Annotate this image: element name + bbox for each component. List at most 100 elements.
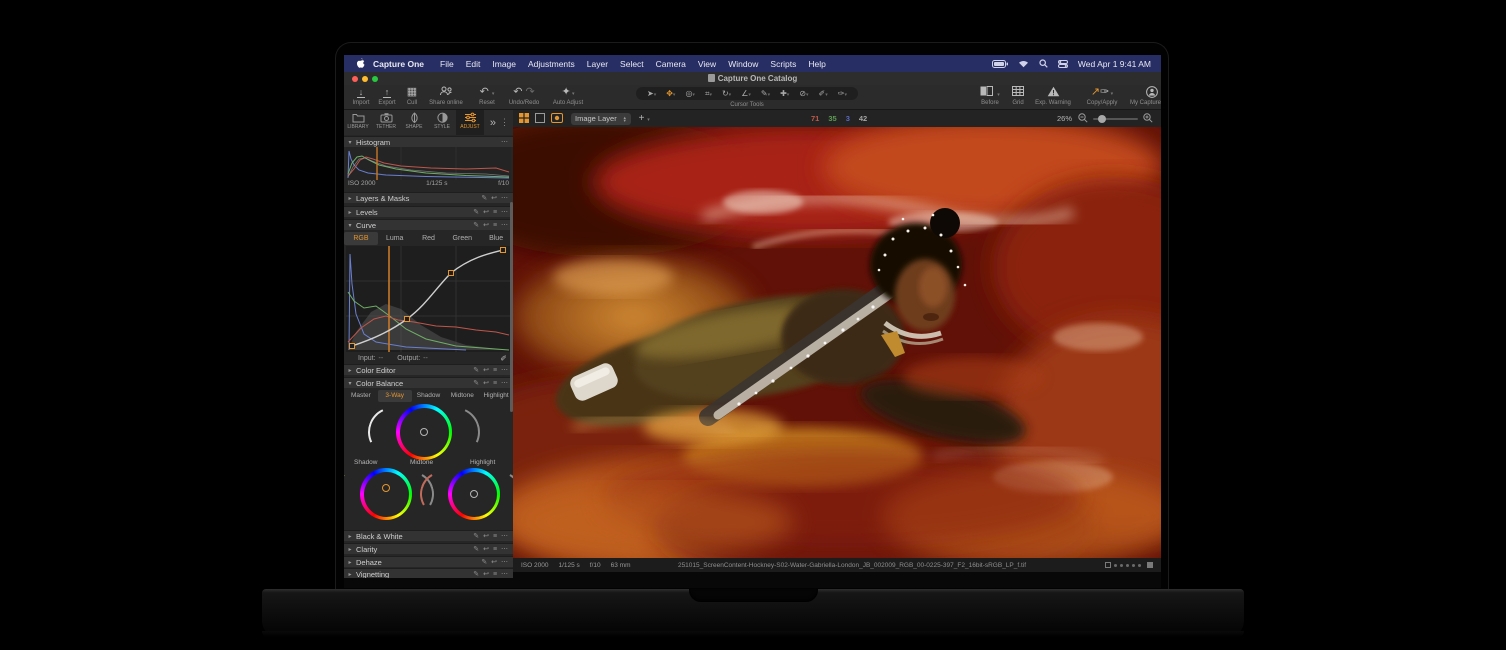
reset-icon[interactable]: ↩: [483, 367, 490, 374]
panel-color-editor-header[interactable]: ▸ Color Editor ✎ ↩ ≡ ⋯: [344, 364, 513, 375]
pan-tool[interactable]: ✥▾: [666, 89, 675, 98]
undo-redo-button[interactable]: ↶ ↷ Undo/Redo: [506, 86, 542, 106]
presets-icon[interactable]: ≡: [493, 222, 498, 229]
edit-icon[interactable]: ✎: [473, 546, 480, 553]
reset-icon[interactable]: ↩: [483, 222, 490, 229]
auto-adjust-button[interactable]: ✦ ▾ Auto Adjust: [548, 86, 588, 106]
menu-item-scripts[interactable]: Scripts: [770, 59, 796, 69]
menu-item-camera[interactable]: Camera: [656, 59, 686, 69]
presets-icon[interactable]: ≡: [493, 571, 498, 578]
straighten-tool[interactable]: ∠▾: [741, 89, 751, 98]
control-center-icon[interactable]: [1058, 60, 1068, 68]
cb-tab-master[interactable]: Master: [344, 390, 378, 402]
presets-icon[interactable]: ≡: [493, 546, 498, 553]
more-options-icon[interactable]: ⋯: [501, 139, 509, 146]
panel-curve-header[interactable]: ▾ Curve ✎ ↩ ≡ ⋯: [344, 219, 513, 230]
more-options-icon[interactable]: ⋯: [501, 571, 509, 578]
proof-view-icon[interactable]: [551, 113, 563, 125]
more-options-icon[interactable]: ⋯: [501, 559, 509, 566]
exposure-warning-button[interactable]: Exp. Warning: [1030, 86, 1076, 106]
zoom-slider-handle[interactable]: [1098, 115, 1106, 123]
erase-mask-tool[interactable]: ⊘▾: [799, 89, 808, 98]
reset-icon[interactable]: ↩: [483, 380, 490, 387]
midtone-wheel-marker[interactable]: [420, 428, 428, 436]
tag-checkbox-icon[interactable]: [1105, 562, 1111, 568]
crop-tool[interactable]: ⌗▾: [705, 89, 712, 99]
curve-tab-blue[interactable]: Blue: [479, 232, 513, 245]
reset-icon[interactable]: ↩: [483, 571, 490, 578]
rating-dot[interactable]: [1126, 564, 1129, 567]
copy-apply-button[interactable]: ↗✑ ▾ Copy/Apply: [1080, 86, 1124, 106]
menu-app-name[interactable]: Capture One: [373, 59, 424, 69]
single-view-icon[interactable]: [535, 113, 545, 125]
curve-tab-red[interactable]: Red: [412, 232, 446, 245]
panel-color-balance-header[interactable]: ▾ Color Balance ✎ ↩ ≡ ⋯: [344, 377, 513, 388]
rotate-tool[interactable]: ↻▾: [722, 89, 731, 98]
presets-icon[interactable]: ≡: [493, 367, 498, 374]
menu-item-layer[interactable]: Layer: [587, 59, 608, 69]
cb-tab-shadow[interactable]: Shadow: [412, 390, 446, 402]
more-options-icon[interactable]: ⋯: [501, 380, 509, 387]
zoom-level[interactable]: 26%: [1057, 114, 1072, 123]
panel-clarity-header[interactable]: ▸ Clarity ✎ ↩ ≡ ⋯: [344, 543, 513, 554]
cull-button[interactable]: ▦ Cull: [400, 86, 424, 106]
rating-dot[interactable]: [1138, 564, 1141, 567]
layer-selector[interactable]: Image Layer ▲▼: [571, 113, 631, 125]
more-options-icon[interactable]: ⋯: [501, 367, 509, 374]
cb-tab-midtone[interactable]: Midtone: [445, 390, 479, 402]
reset-icon[interactable]: ↩: [483, 533, 490, 540]
tab-shape[interactable]: SHAPE: [400, 110, 428, 135]
more-options-icon[interactable]: ⋯: [501, 546, 509, 553]
reset-icon[interactable]: ↩: [483, 546, 490, 553]
edit-icon[interactable]: ✎: [473, 533, 480, 540]
curve-tab-luma[interactable]: Luma: [378, 232, 412, 245]
edit-icon[interactable]: ✎: [481, 195, 488, 202]
annotate-tool[interactable]: ✑▾: [838, 89, 847, 98]
more-tools-chevron-icon[interactable]: »: [490, 117, 496, 129]
tab-style[interactable]: STYLE: [428, 110, 456, 135]
curve-tab-green[interactable]: Green: [445, 232, 479, 245]
menu-item-window[interactable]: Window: [728, 59, 758, 69]
grid-button[interactable]: Grid: [1006, 86, 1030, 106]
zoom-out-icon[interactable]: [1078, 113, 1088, 125]
apple-logo-icon[interactable]: [356, 58, 365, 69]
eyedropper-tool[interactable]: ✐▾: [819, 89, 828, 98]
tab-options-icon[interactable]: ⋮: [500, 117, 509, 128]
edit-icon[interactable]: ✎: [473, 380, 480, 387]
zoom-in-icon[interactable]: [1143, 113, 1153, 125]
zoom-slider[interactable]: [1093, 118, 1138, 120]
tab-library[interactable]: LIBRARY: [344, 110, 372, 135]
menu-item-adjustments[interactable]: Adjustments: [528, 59, 575, 69]
cb-tab-highlight[interactable]: Highlight: [479, 390, 513, 402]
menu-item-help[interactable]: Help: [808, 59, 825, 69]
panel-dehaze-header[interactable]: ▸ Dehaze ✎ ↩ ⋯: [344, 556, 513, 567]
edit-icon[interactable]: ✎: [473, 367, 480, 374]
share-online-button[interactable]: Share online: [424, 86, 468, 106]
edit-icon[interactable]: ✎: [473, 209, 480, 216]
more-options-icon[interactable]: ⋯: [501, 195, 509, 202]
edit-icon[interactable]: ✎: [473, 571, 480, 578]
more-options-icon[interactable]: ⋯: [501, 209, 509, 216]
presets-icon[interactable]: ≡: [493, 533, 498, 540]
rating-dot[interactable]: [1120, 564, 1123, 567]
before-button[interactable]: ▾ Before: [974, 86, 1006, 106]
tab-tether[interactable]: TETHER: [372, 110, 400, 135]
curve-tab-rgb[interactable]: RGB: [344, 232, 378, 245]
multi-view-icon[interactable]: [519, 113, 529, 125]
highlight-wheel-marker[interactable]: [470, 490, 478, 498]
search-icon[interactable]: [1039, 59, 1048, 68]
reset-icon[interactable]: ↩: [483, 209, 490, 216]
menu-item-edit[interactable]: Edit: [466, 59, 481, 69]
menu-item-file[interactable]: File: [440, 59, 454, 69]
edit-icon[interactable]: ✎: [473, 222, 480, 229]
reset-icon[interactable]: ↩: [491, 195, 498, 202]
panel-layers-masks-header[interactable]: ▸ Layers & Masks ✎ ↩ ⋯: [344, 192, 513, 203]
panel-levels-header[interactable]: ▸ Levels ✎ ↩ ≡ ⋯: [344, 206, 513, 217]
tab-adjust[interactable]: ADJUST: [456, 110, 484, 135]
curve-eyedropper-icon[interactable]: ✐: [500, 354, 507, 363]
curve-graph[interactable]: [346, 246, 511, 352]
battery-icon[interactable]: [992, 60, 1008, 68]
photo[interactable]: [513, 127, 1161, 558]
draw-mask-tool[interactable]: ✎▾: [761, 89, 770, 98]
export-button[interactable]: ↑ Export: [374, 86, 400, 106]
